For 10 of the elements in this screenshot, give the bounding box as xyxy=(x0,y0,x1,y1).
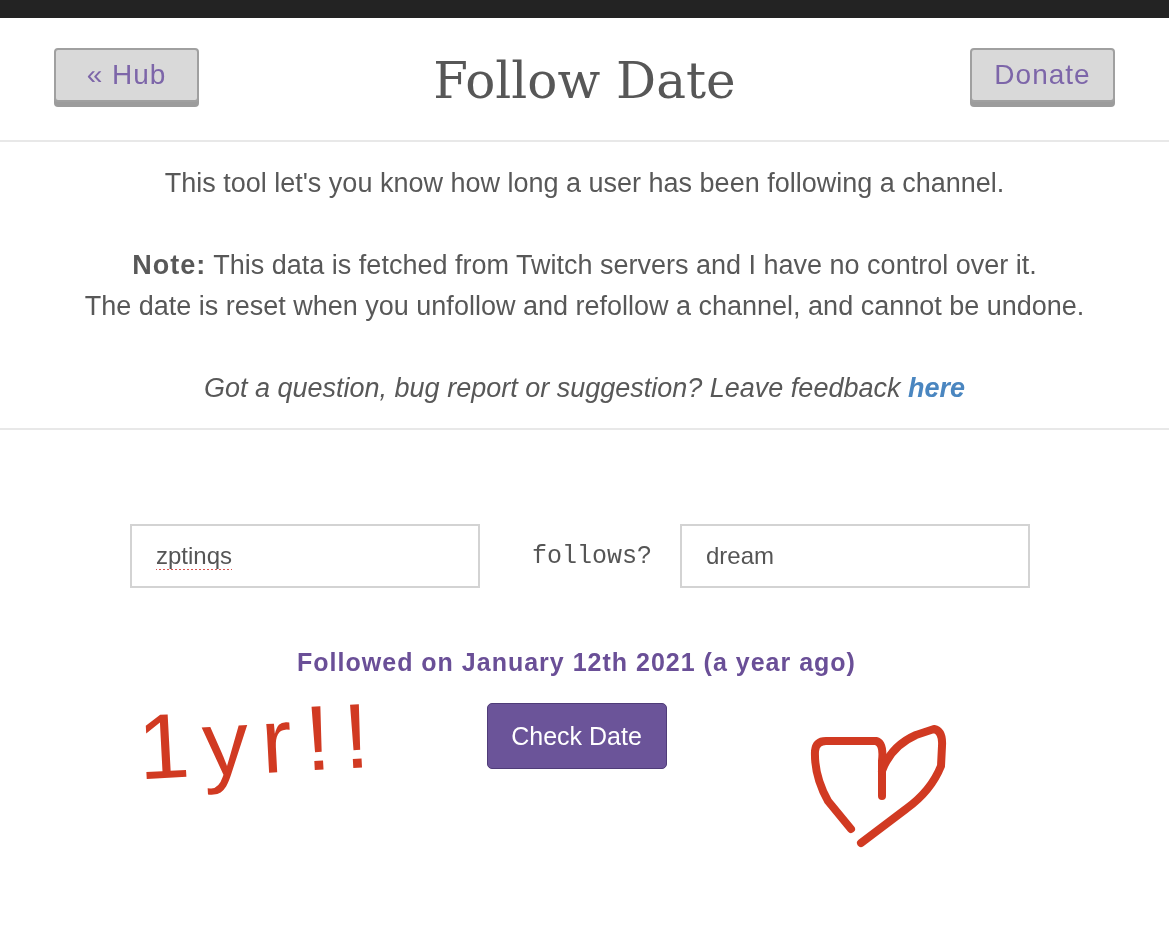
feedback-link[interactable]: here xyxy=(907,373,965,403)
description-text: This tool let's you know how long a user has been following a channel. xyxy=(163,167,1006,200)
result-text: Followed on January 12th 2021 (a year ago) xyxy=(297,648,856,677)
channel-field[interactable]: dream xyxy=(680,524,1030,588)
feedback-text: Got a question, bug report or suggestion? Leave feedback here xyxy=(202,372,966,405)
check-date-button[interactable]: Check Date xyxy=(486,703,667,769)
note-text: Note: This data is fetched from Twitch servers and I have no control over it. The date is reset when you unfollow and refollow a channel, and cannot be undone. xyxy=(83,249,1086,323)
page-title: Follow Date xyxy=(433,54,736,109)
follows-label: follows? xyxy=(531,541,653,571)
username-field[interactable]: zptinqs xyxy=(130,524,480,588)
